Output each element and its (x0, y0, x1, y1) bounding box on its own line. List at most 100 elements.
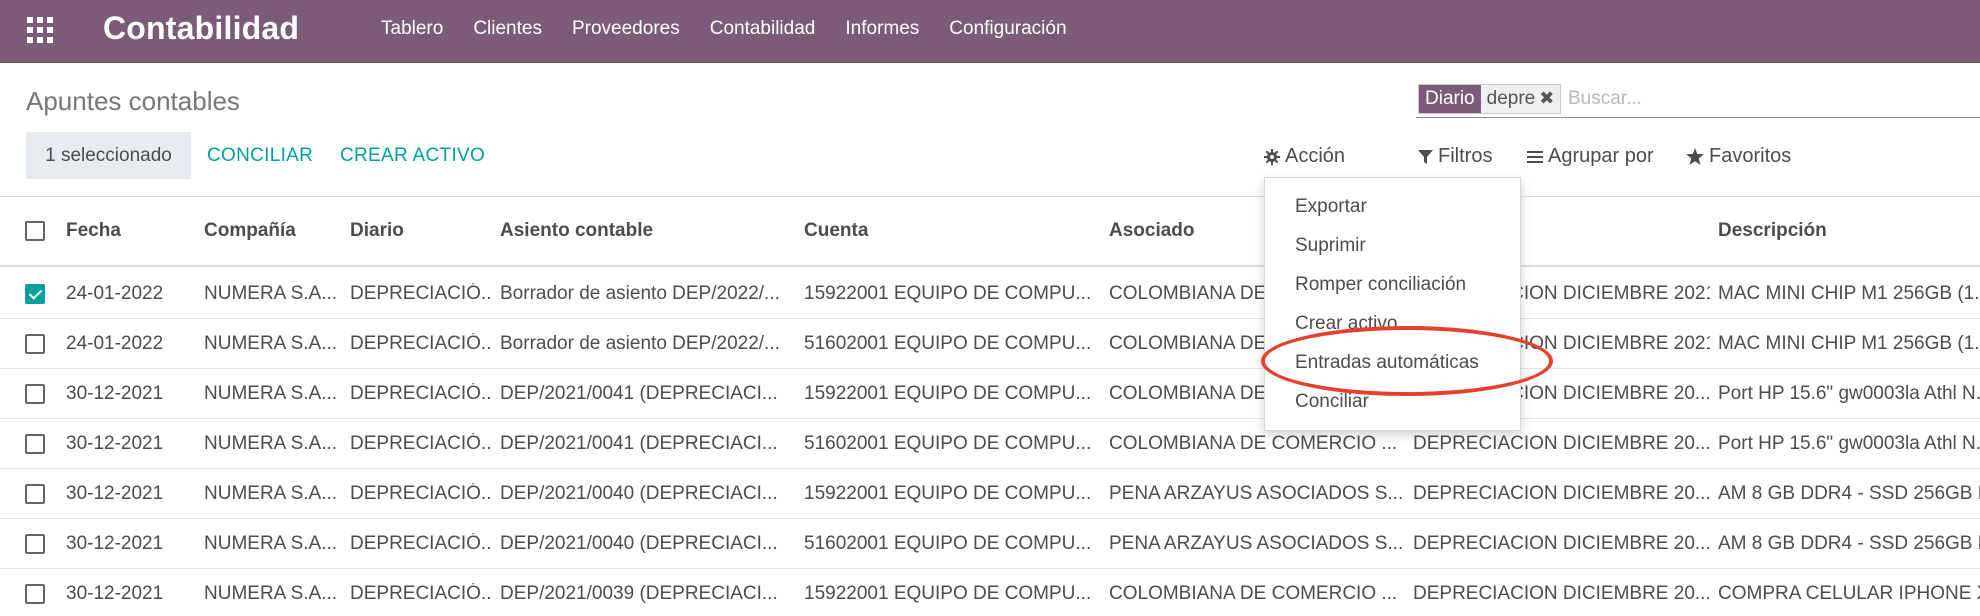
table-row[interactable]: 30-12-2021 NUMERA S.A... DEPRECIACIÓ... DEP… (0, 569, 1980, 616)
cell-fecha: 30-12-2021 (66, 533, 164, 554)
facet-remove-icon[interactable]: ✖ (1539, 85, 1560, 113)
app-brand[interactable]: Contabilidad (103, 10, 299, 47)
agrupar-dropdown-toggle[interactable]: Agrupar por (1527, 145, 1654, 168)
cell-diario: DEPRECIACIÓ... (350, 583, 492, 604)
cell-etiqueta: DEPRECIACION DICIEMBRE 20... (1413, 483, 1710, 504)
table-body: 24-01-2022 NUMERA S.A... DEPRECIACIÓ... Bor… (0, 269, 1980, 616)
cell-compania: NUMERA S.A... (204, 383, 338, 404)
menu-configuracion[interactable]: Configuración (949, 18, 1066, 40)
table-row[interactable]: 30-12-2021 NUMERA S.A... DEPRECIACIÓ... DEP… (0, 519, 1980, 569)
cell-descripcion: MAC MINI CHIP M1 256GB (1... (1718, 333, 1980, 354)
cell-diario: DEPRECIACIÓ... (350, 283, 492, 304)
apps-grid-icon[interactable] (27, 17, 55, 45)
cell-compania: NUMERA S.A... (204, 333, 338, 354)
cell-diario: DEPRECIACIÓ... (350, 433, 492, 454)
table-row[interactable]: 30-12-2021 NUMERA S.A... DEPRECIACIÓ... DEP… (0, 469, 1980, 519)
menu-item-exportar[interactable]: Exportar (1295, 196, 1367, 218)
cell-cuenta: 15922001 EQUIPO DE COMPU... (804, 383, 1092, 404)
search-facet: Diario depre ✖ (1418, 84, 1562, 114)
cell-asiento: DEP/2021/0040 (DEPRECIACI... (500, 483, 778, 504)
menu-contabilidad[interactable]: Contabilidad (710, 18, 816, 40)
facet-label: Diario (1419, 85, 1481, 113)
cell-etiqueta: DEPRECIACION DICIEMBRE 20... (1413, 583, 1710, 604)
facet-value: depre (1486, 88, 1536, 109)
col-descripcion[interactable]: Descripción (1718, 220, 1827, 242)
accion-label: Acción (1285, 145, 1346, 167)
selection-counter: 1 seleccionado (26, 132, 191, 179)
col-compania[interactable]: Compañía (204, 220, 296, 242)
cell-descripcion: Port HP 15.6" gw0003la Athl N... (1718, 433, 1980, 454)
row-checkbox[interactable] (25, 584, 45, 604)
col-asociado[interactable]: Asociado (1109, 220, 1195, 242)
cell-compania: NUMERA S.A... (204, 283, 338, 304)
menu-informes[interactable]: Informes (845, 18, 919, 40)
cell-descripcion: AM 8 GB DDR4 - SSD 256GB M... (1718, 483, 1980, 504)
cell-fecha: 24-01-2022 (66, 333, 164, 354)
row-checkbox[interactable] (25, 434, 45, 454)
cell-cuenta: 15922001 EQUIPO DE COMPU... (804, 583, 1092, 604)
menu-item-entradas-automaticas[interactable]: Entradas automáticas (1295, 352, 1479, 374)
conciliar-button[interactable]: CONCILIAR (207, 145, 313, 167)
table-row[interactable]: 24-01-2022 NUMERA S.A... DEPRECIACIÓ... Bor… (0, 319, 1980, 369)
menu-clientes[interactable]: Clientes (473, 18, 542, 40)
table-row[interactable]: 24-01-2022 NUMERA S.A... DEPRECIACIÓ... Bor… (0, 269, 1980, 319)
menu-item-crear-activo[interactable]: Crear activo (1295, 313, 1397, 335)
accion-dropdown-toggle[interactable]: Acción (1264, 145, 1345, 168)
row-checkbox[interactable] (25, 534, 45, 554)
cell-asiento: DEP/2021/0041 (DEPRECIACI... (500, 433, 778, 454)
crear-activo-button[interactable]: CREAR ACTIVO (340, 145, 485, 167)
star-icon (1686, 148, 1704, 165)
menu-tablero[interactable]: Tablero (381, 18, 443, 40)
favoritos-dropdown-toggle[interactable]: Favoritos (1686, 145, 1791, 168)
cell-diario: DEPRECIACIÓ... (350, 483, 492, 504)
bars-icon (1527, 150, 1543, 163)
cell-etiqueta: DEPRECIACION DICIEMBRE 20... (1413, 533, 1710, 554)
cell-descripcion: Port HP 15.6" gw0003la Athl N... (1718, 383, 1980, 404)
main-menu: Tablero Clientes Proveedores Contabilida… (381, 18, 1097, 40)
top-navbar: Contabilidad Tablero Clientes Proveedore… (0, 0, 1980, 63)
search-box: Diario depre ✖ (1416, 84, 1980, 118)
search-input[interactable] (1568, 84, 1968, 114)
cell-fecha: 30-12-2021 (66, 483, 164, 504)
cell-descripcion: MAC MINI CHIP M1 256GB (1... (1718, 283, 1980, 304)
table-row[interactable]: 30-12-2021 NUMERA S.A... DEPRECIACIÓ... DEP… (0, 419, 1980, 469)
cell-cuenta: 51602001 EQUIPO DE COMPU... (804, 333, 1092, 354)
cell-etiqueta: DEPRECIACION DICIEMBRE 20... (1413, 433, 1710, 454)
col-cuenta[interactable]: Cuenta (804, 220, 868, 242)
cell-compania: NUMERA S.A... (204, 533, 338, 554)
cell-diario: DEPRECIACIÓ... (350, 383, 492, 404)
col-diario[interactable]: Diario (350, 220, 404, 242)
menu-item-suprimir[interactable]: Suprimir (1295, 235, 1366, 257)
cell-compania: NUMERA S.A... (204, 433, 338, 454)
filtros-dropdown-toggle[interactable]: Filtros (1418, 145, 1492, 168)
col-asiento[interactable]: Asiento contable (500, 220, 653, 242)
cell-descripcion: AM 8 GB DDR4 - SSD 256GB M... (1718, 533, 1980, 554)
row-checkbox[interactable] (25, 284, 45, 304)
col-fecha[interactable]: Fecha (66, 220, 121, 242)
cell-fecha: 30-12-2021 (66, 433, 164, 454)
cell-asiento: DEP/2021/0040 (DEPRECIACI... (500, 533, 778, 554)
table-row[interactable]: 30-12-2021 NUMERA S.A... DEPRECIACIÓ... DEP… (0, 369, 1980, 419)
cell-fecha: 30-12-2021 (66, 583, 164, 604)
cell-asiento: Borrador de asiento DEP/2022/... (500, 283, 780, 304)
cell-fecha: 30-12-2021 (66, 383, 164, 404)
page-title: Apuntes contables (26, 86, 240, 116)
cell-cuenta: 15922001 EQUIPO DE COMPU... (804, 483, 1092, 504)
filtros-label: Filtros (1438, 145, 1493, 167)
cell-asiento: DEP/2021/0041 (DEPRECIACI... (500, 383, 778, 404)
cell-diario: DEPRECIACIÓ... (350, 333, 492, 354)
accion-dropdown-menu: Exportar Suprimir Romper conciliación Cr… (1264, 177, 1521, 431)
menu-item-romper-conciliacion[interactable]: Romper conciliación (1295, 274, 1466, 296)
cell-asociado: PENA ARZAYUS ASOCIADOS S... (1109, 483, 1404, 504)
menu-item-conciliar[interactable]: Conciliar (1295, 391, 1369, 413)
row-checkbox[interactable] (25, 384, 45, 404)
cell-asiento: DEP/2021/0039 (DEPRECIACI... (500, 583, 778, 604)
row-checkbox[interactable] (25, 484, 45, 504)
menu-proveedores[interactable]: Proveedores (572, 18, 680, 40)
select-all-checkbox[interactable] (25, 221, 45, 241)
favoritos-label: Favoritos (1709, 145, 1792, 167)
row-checkbox[interactable] (25, 334, 45, 354)
cell-fecha: 24-01-2022 (66, 283, 164, 304)
filter-icon (1418, 149, 1433, 164)
gear-icon (1264, 148, 1280, 165)
